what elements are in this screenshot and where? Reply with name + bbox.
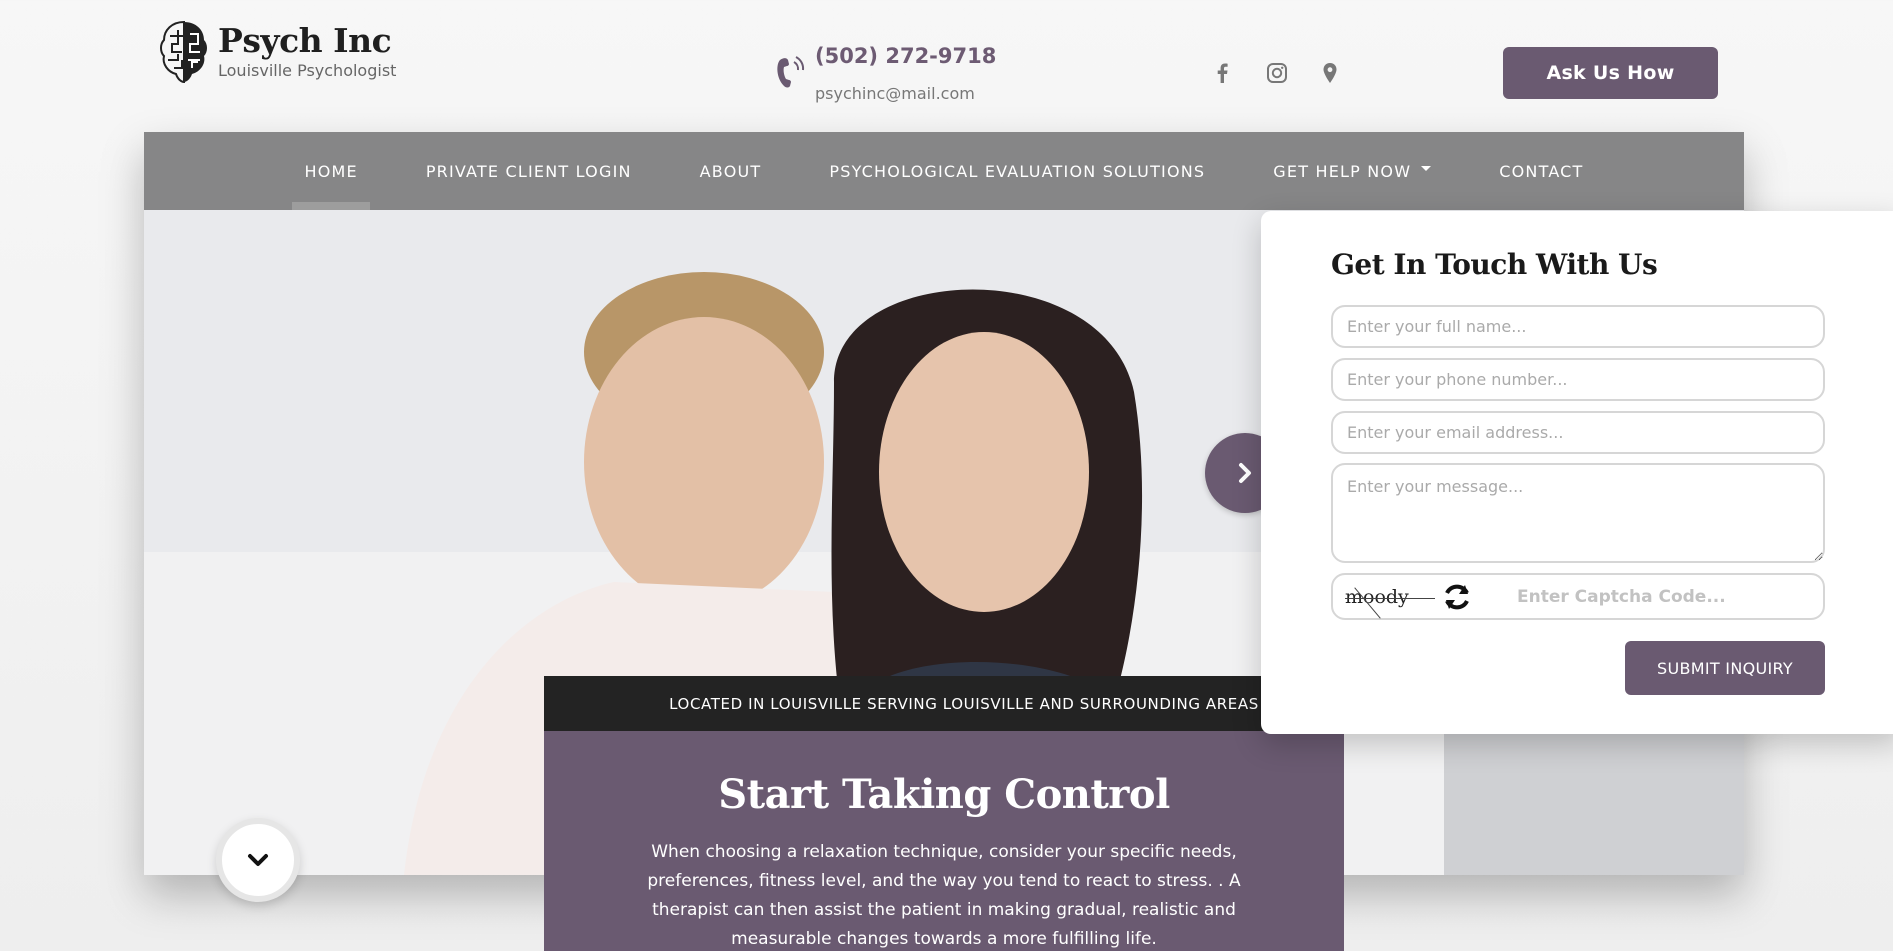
- nav-home-label: HOME: [304, 161, 358, 181]
- site-logo[interactable]: Psych Inc Louisville Psychologist: [158, 18, 396, 84]
- hero-body: When choosing a relaxation technique, co…: [647, 842, 1241, 949]
- form-title: Get In Touch With Us: [1331, 248, 1658, 281]
- email-link[interactable]: psychinc@mail.com: [815, 84, 975, 103]
- chevron-down-icon: [248, 854, 268, 866]
- chevron-right-icon: [1239, 463, 1251, 483]
- nav-contact[interactable]: CONTACT: [1465, 132, 1617, 210]
- location-bar: LOCATED IN LOUISVILLE SERVING LOUISVILLE…: [544, 676, 1344, 731]
- submit-inquiry-button[interactable]: SUBMIT INQUIRY: [1625, 641, 1825, 695]
- nav-evaluation-solutions[interactable]: PSYCHOLOGICAL EVALUATION SOLUTIONS: [795, 132, 1239, 210]
- phone-icon: [777, 56, 805, 88]
- nav-contact-label: CONTACT: [1499, 161, 1584, 181]
- captcha-box: moody: [1331, 573, 1825, 620]
- brain-logo-icon: [160, 20, 207, 84]
- nav-evaluation-label: PSYCHOLOGICAL EVALUATION SOLUTIONS: [829, 161, 1206, 181]
- nav-home[interactable]: HOME: [270, 132, 391, 210]
- contact-form: Get In Touch With Us moody SUBMIT INQUIR…: [1261, 211, 1893, 734]
- nav-get-help-label: GET HELP NOW: [1273, 161, 1412, 181]
- phone-number-link[interactable]: (502) 272-9718: [815, 44, 996, 68]
- full-name-field[interactable]: [1331, 305, 1825, 348]
- scroll-down-button[interactable]: [216, 818, 300, 902]
- message-field[interactable]: [1331, 463, 1825, 563]
- facebook-icon[interactable]: [1210, 60, 1236, 86]
- captcha-input[interactable]: [1517, 586, 1767, 607]
- brand-tagline: Louisville Psychologist: [218, 60, 397, 80]
- brand-name: Psych Inc: [218, 20, 392, 60]
- hero-cta-panel: Start Taking Control When choosing a rel…: [544, 731, 1344, 951]
- email-field[interactable]: [1331, 411, 1825, 454]
- map-pin-icon[interactable]: [1317, 60, 1343, 86]
- hero-title: Start Taking Control: [718, 771, 1170, 818]
- captcha-image: moody: [1345, 579, 1441, 615]
- nav-private-client-login[interactable]: PRIVATE CLIENT LOGIN: [392, 132, 666, 210]
- nav-about[interactable]: ABOUT: [666, 132, 796, 210]
- nav-login-label: PRIVATE CLIENT LOGIN: [425, 161, 632, 181]
- caret-down-icon: [1421, 165, 1432, 171]
- phone-field[interactable]: [1331, 358, 1825, 401]
- refresh-icon[interactable]: [1441, 581, 1473, 613]
- nav-get-help-now[interactable]: GET HELP NOW: [1239, 132, 1465, 210]
- instagram-icon[interactable]: [1264, 60, 1290, 86]
- main-nav: HOME PRIVATE CLIENT LOGIN ABOUT PSYCHOLO…: [144, 132, 1744, 210]
- nav-about-label: ABOUT: [699, 161, 762, 181]
- ask-us-how-button[interactable]: Ask Us How: [1503, 47, 1718, 99]
